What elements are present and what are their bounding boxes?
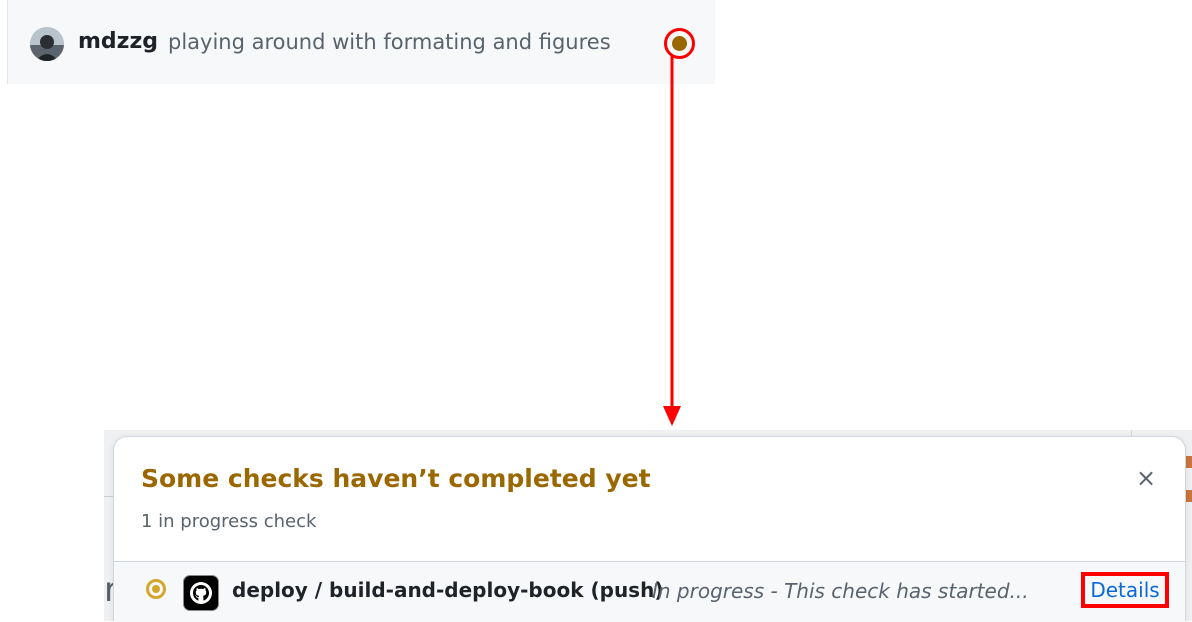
in-progress-icon [146,579,166,599]
check-name: deploy / build-and-deploy-book (push) [232,578,664,602]
backdrop-marker [1186,456,1192,468]
github-logo [190,582,212,604]
check-description: In progress - This check has started... [652,579,1029,603]
backdrop-marker [1186,490,1192,502]
popover-title: Some checks haven’t completed yet [141,464,651,493]
details-link[interactable]: Details [1081,572,1169,608]
popover-subtitle: 1 in progress check [141,511,317,532]
checks-popover: Some checks haven’t completed yet 1 in p… [113,436,1186,622]
github-icon [183,575,219,611]
close-icon[interactable]: × [1131,463,1161,493]
